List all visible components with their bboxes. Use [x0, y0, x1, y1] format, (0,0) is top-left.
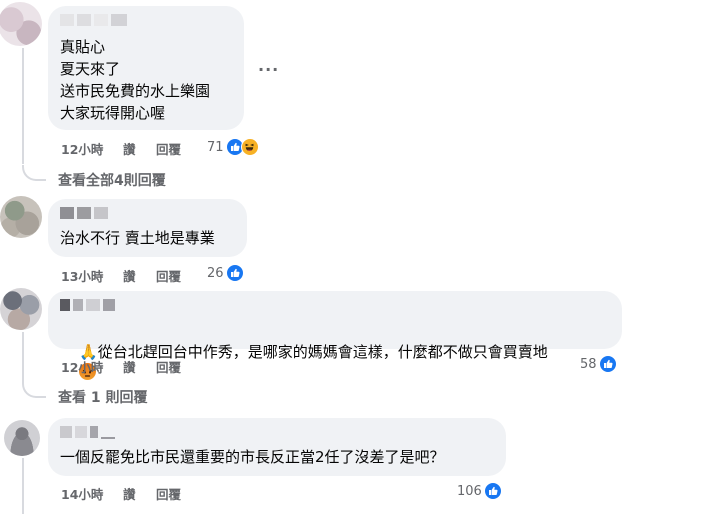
- thread-connector: [22, 382, 46, 398]
- like-button[interactable]: 讚: [123, 266, 136, 285]
- reply-button[interactable]: 回覆: [156, 357, 181, 376]
- avatar[interactable]: [0, 196, 42, 238]
- reaction-summary[interactable]: 58: [580, 355, 617, 373]
- reaction-summary[interactable]: 26: [207, 264, 244, 282]
- comment-text-line: 治水不行 賣土地是專業: [60, 229, 215, 247]
- timestamp[interactable]: 14小時: [61, 484, 103, 503]
- reaction-count: 26: [207, 265, 224, 281]
- thread-line: [22, 332, 24, 382]
- like-button[interactable]: 讚: [123, 139, 136, 158]
- reaction-count: 106: [457, 483, 482, 499]
- reply-button[interactable]: 回覆: [156, 266, 181, 285]
- avatar[interactable]: [4, 420, 40, 456]
- like-icon: [483, 482, 502, 500]
- timestamp[interactable]: 12小時: [61, 357, 103, 376]
- commenter-name-blurred[interactable]: [60, 426, 118, 440]
- commenter-name-blurred[interactable]: [60, 299, 118, 313]
- comment-meta: 14小時 讚 回覆: [61, 484, 261, 502]
- haha-icon: [240, 138, 259, 156]
- commenter-name-blurred[interactable]: [60, 14, 130, 28]
- comment-meta: 12小時 讚 回覆: [61, 357, 261, 375]
- like-icon: [598, 355, 617, 373]
- avatar[interactable]: [0, 2, 42, 46]
- comment-text-line: 夏天來了: [60, 60, 121, 78]
- comment-bubble: 治水不行 賣土地是專業: [48, 199, 247, 257]
- comment-text-line: 大家玩得開心喔: [60, 104, 166, 122]
- commenter-name-blurred[interactable]: [60, 207, 111, 221]
- thread-line: [22, 48, 24, 164]
- like-icon: [225, 264, 244, 282]
- comment-bubble: 一個反罷免比市民還重要的市長反正當2任了沒差了是吧？: [48, 418, 506, 476]
- thread-line: [22, 458, 24, 514]
- reply-button[interactable]: 回覆: [156, 139, 181, 158]
- reaction-summary[interactable]: 106: [457, 482, 502, 500]
- like-button[interactable]: 讚: [123, 484, 136, 503]
- comment-bubble: 🙏從台北趕回台中作秀，是哪家的媽媽會這樣，什麼都不做只會買賣地: [48, 291, 622, 380]
- comment-text-line: 送市民免費的水上樂園: [60, 82, 211, 100]
- reaction-summary[interactable]: 71: [207, 138, 259, 156]
- comment-text-line: 真貼心: [60, 38, 106, 56]
- like-button[interactable]: 讚: [123, 357, 136, 376]
- comment-bubble: 真貼心 夏天來了 送市民免費的水上樂園 大家玩得開心喔: [48, 6, 244, 130]
- comment-text-line: 一個反罷免比市民還重要的市長反正當2任了沒差了是吧？: [60, 448, 445, 466]
- timestamp[interactable]: 12小時: [61, 139, 103, 158]
- view-replies-link[interactable]: 查看全部4則回覆: [58, 170, 166, 190]
- reaction-count: 58: [580, 356, 597, 372]
- more-options-icon[interactable]: ···: [258, 60, 279, 79]
- view-replies-link[interactable]: 查看 1 則回覆: [58, 387, 148, 407]
- timestamp[interactable]: 13小時: [61, 266, 103, 285]
- reaction-count: 71: [207, 139, 224, 155]
- avatar[interactable]: [0, 288, 42, 330]
- reply-button[interactable]: 回覆: [156, 484, 181, 503]
- thread-connector: [22, 165, 46, 181]
